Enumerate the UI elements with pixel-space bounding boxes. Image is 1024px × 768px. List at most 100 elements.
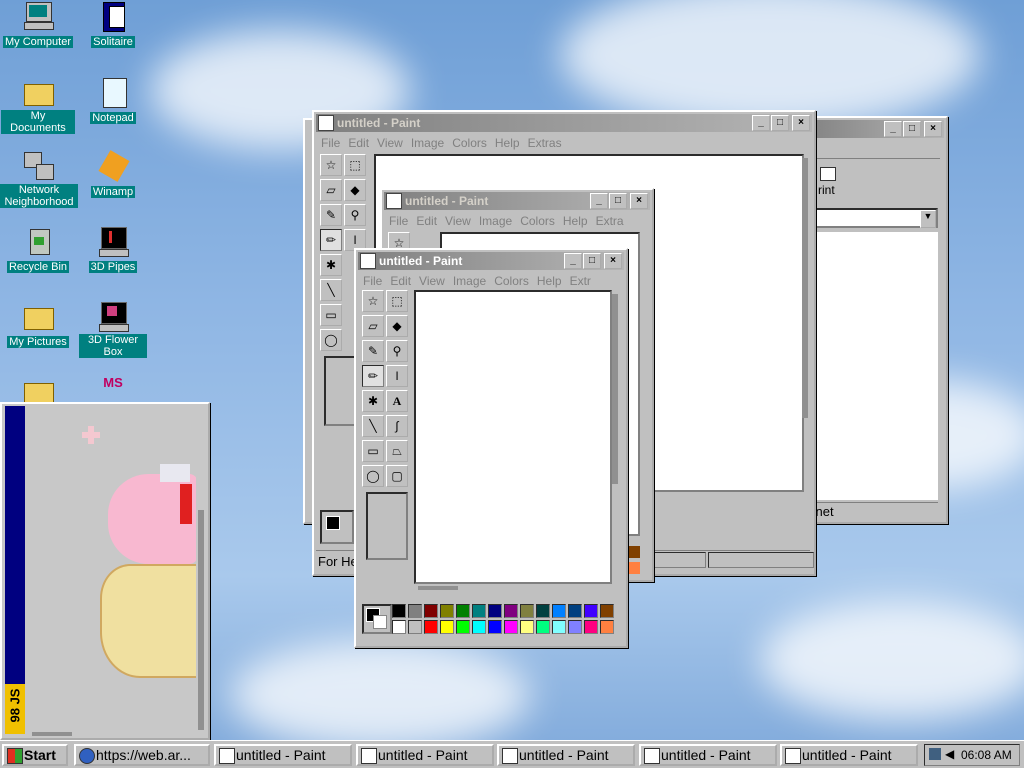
maximize-button[interactable]: □ bbox=[583, 253, 601, 269]
desktop-icon-network[interactable]: Network Neighborhood bbox=[0, 150, 78, 208]
color-swatch[interactable] bbox=[520, 604, 534, 618]
taskbar-button-paint[interactable]: untitled - Paint bbox=[780, 744, 918, 766]
desktop-icon-my-computer[interactable]: My Computer bbox=[0, 0, 76, 48]
title-bar[interactable]: untitled - Paint _ □ × bbox=[358, 252, 624, 270]
clock[interactable]: 06:08 AM bbox=[961, 748, 1012, 762]
menu-help[interactable]: Help bbox=[495, 136, 520, 150]
color-swatch[interactable] bbox=[600, 604, 614, 618]
color-swatch[interactable] bbox=[488, 604, 502, 618]
paint-window-3[interactable]: untitled - Paint _ □ × File Edit View Im… bbox=[354, 248, 628, 648]
print-label[interactable]: rint bbox=[818, 183, 835, 197]
page-content[interactable] bbox=[800, 232, 938, 500]
menu-view[interactable]: View bbox=[445, 214, 471, 228]
chevron-down-icon[interactable]: ▼ bbox=[920, 210, 936, 228]
minimize-button[interactable]: _ bbox=[884, 121, 902, 137]
color-swatch[interactable] bbox=[536, 604, 550, 618]
vertical-scrollbar[interactable] bbox=[612, 294, 618, 484]
pencil-tool[interactable]: ✏ bbox=[320, 229, 342, 251]
menu-file[interactable]: File bbox=[321, 136, 340, 150]
maximize-button[interactable]: □ bbox=[903, 121, 921, 137]
magnifier-tool[interactable]: ⚲ bbox=[386, 340, 408, 362]
pencil-tool[interactable]: ✏ bbox=[362, 365, 384, 387]
color-swatch[interactable] bbox=[552, 620, 566, 634]
menu-edit[interactable]: Edit bbox=[390, 274, 411, 288]
taskbar-button-browser[interactable]: https://web.ar... bbox=[74, 744, 210, 766]
color-swatch-orange[interactable] bbox=[628, 562, 640, 574]
pixel-art-window[interactable]: 98 JS bbox=[0, 402, 210, 740]
menu-colors[interactable]: Colors bbox=[494, 274, 529, 288]
close-button[interactable]: × bbox=[792, 115, 810, 131]
maximize-button[interactable]: □ bbox=[771, 115, 789, 131]
rect-select-tool[interactable]: ⬚ bbox=[386, 290, 408, 312]
brush-tool[interactable]: ǀ bbox=[386, 365, 408, 387]
address-bar[interactable]: ▼ bbox=[800, 208, 938, 228]
fill-tool[interactable]: ◆ bbox=[344, 179, 366, 201]
color-palette[interactable] bbox=[392, 604, 616, 636]
vertical-scrollbar[interactable] bbox=[198, 510, 204, 730]
line-tool[interactable]: ╲ bbox=[362, 415, 384, 437]
color-swatch[interactable] bbox=[504, 620, 518, 634]
color-swatch[interactable] bbox=[552, 604, 566, 618]
vertical-scrollbar[interactable] bbox=[802, 158, 808, 418]
title-bar[interactable]: untitled - Paint _ □ × bbox=[316, 114, 812, 132]
menu-image[interactable]: Image bbox=[411, 136, 444, 150]
menu-help[interactable]: Help bbox=[537, 274, 562, 288]
curve-tool[interactable]: ∫ bbox=[386, 415, 408, 437]
taskbar-button-paint[interactable]: untitled - Paint bbox=[356, 744, 494, 766]
desktop-icon-my-documents[interactable]: My Documents bbox=[0, 76, 76, 134]
print-icon[interactable] bbox=[820, 167, 836, 181]
menu-file[interactable]: File bbox=[363, 274, 382, 288]
color-swatch[interactable] bbox=[568, 620, 582, 634]
text-tool[interactable]: A bbox=[386, 390, 408, 412]
free-select-tool[interactable]: ☆ bbox=[362, 290, 384, 312]
minimize-button[interactable]: _ bbox=[564, 253, 582, 269]
color-swatch[interactable] bbox=[504, 604, 518, 618]
color-swatch[interactable] bbox=[440, 604, 454, 618]
horizontal-scrollbar[interactable] bbox=[418, 586, 458, 590]
color-swatch-brown[interactable] bbox=[628, 546, 640, 558]
color-swatch[interactable] bbox=[472, 620, 486, 634]
taskbar-button-paint[interactable]: untitled - Paint bbox=[497, 744, 635, 766]
desktop-icon-my-pictures[interactable]: My Pictures bbox=[0, 300, 76, 348]
desktop-icon-recycle-bin[interactable]: Recycle Bin bbox=[0, 225, 76, 273]
rectangle-tool[interactable]: ▭ bbox=[362, 440, 384, 462]
color-swatch[interactable] bbox=[456, 604, 470, 618]
menu-extras[interactable]: Extra bbox=[596, 214, 624, 228]
title-bar[interactable]: _ □ × bbox=[800, 120, 944, 138]
eraser-tool[interactable]: ▱ bbox=[362, 315, 384, 337]
color-picker-tool[interactable]: ✎ bbox=[362, 340, 384, 362]
ellipse-tool[interactable]: ◯ bbox=[320, 329, 342, 351]
color-swatch[interactable] bbox=[600, 620, 614, 634]
color-swatch[interactable] bbox=[408, 620, 422, 634]
magnifier-tool[interactable]: ⚲ bbox=[344, 204, 366, 226]
color-swatch[interactable] bbox=[440, 620, 454, 634]
start-button[interactable]: Start bbox=[2, 744, 68, 766]
rect-select-tool[interactable]: ⬚ bbox=[344, 154, 366, 176]
color-swatch[interactable] bbox=[408, 604, 422, 618]
menu-extras[interactable]: Extras bbox=[528, 136, 562, 150]
color-swatch[interactable] bbox=[584, 620, 598, 634]
close-button[interactable]: × bbox=[604, 253, 622, 269]
color-swatch[interactable] bbox=[584, 604, 598, 618]
menu-edit[interactable]: Edit bbox=[348, 136, 369, 150]
color-swatch[interactable] bbox=[568, 604, 582, 618]
close-button[interactable]: × bbox=[924, 121, 942, 137]
airbrush-tool[interactable]: ✱ bbox=[320, 254, 342, 276]
color-swatch[interactable] bbox=[536, 620, 550, 634]
color-indicator[interactable] bbox=[320, 510, 354, 544]
tool-options[interactable] bbox=[366, 492, 408, 560]
menu-file[interactable]: File bbox=[389, 214, 408, 228]
close-button[interactable]: × bbox=[630, 193, 648, 209]
title-bar[interactable]: untitled - Paint _ □ × bbox=[384, 192, 650, 210]
fill-tool[interactable]: ◆ bbox=[386, 315, 408, 337]
color-swatch[interactable] bbox=[424, 620, 438, 634]
browser-window[interactable]: _ □ × rint ▼ ernet bbox=[796, 116, 948, 524]
minimize-button[interactable]: _ bbox=[590, 193, 608, 209]
color-picker-tool[interactable]: ✎ bbox=[320, 204, 342, 226]
tray-icon[interactable] bbox=[929, 748, 941, 760]
desktop-icon-3d-pipes[interactable]: 3D Pipes bbox=[75, 225, 151, 273]
color-swatch[interactable] bbox=[488, 620, 502, 634]
airbrush-tool[interactable]: ✱ bbox=[362, 390, 384, 412]
menu-edit[interactable]: Edit bbox=[416, 214, 437, 228]
color-indicator[interactable] bbox=[362, 604, 392, 634]
